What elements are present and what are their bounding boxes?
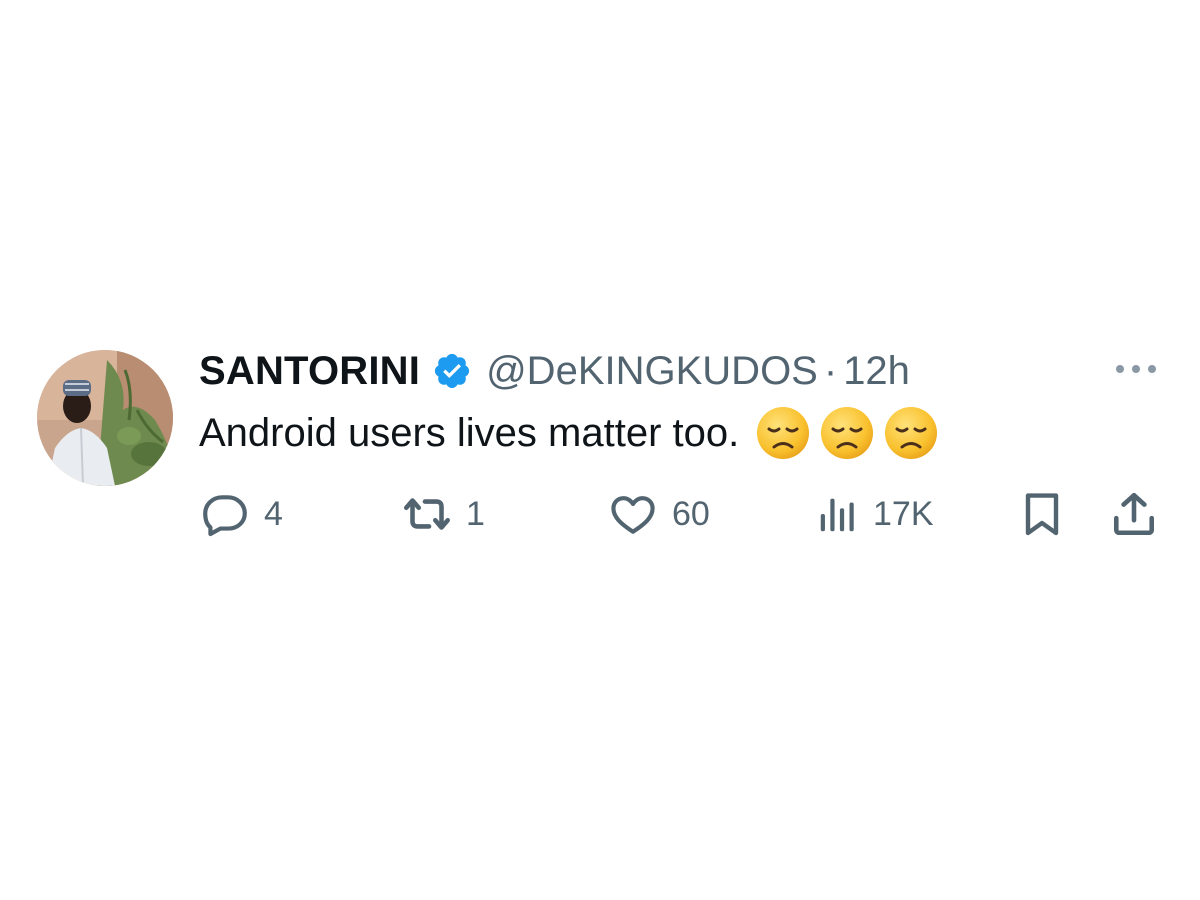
repost-button[interactable]: 1 xyxy=(398,486,485,542)
reply-count: 4 xyxy=(264,494,283,533)
avatar-photo xyxy=(37,350,173,486)
reply-bubble-icon xyxy=(200,489,250,539)
tweet-text-content: Android users lives matter too. xyxy=(199,410,740,455)
action-bar: 4 1 60 17K xyxy=(0,486,1200,542)
views-count: 17K xyxy=(873,494,934,533)
display-name[interactable]: SANTORINI xyxy=(199,349,420,394)
tweet-card[interactable]: SANTORINI @DeKINGKUDOS · 12h Android use… xyxy=(0,0,1200,900)
share-button[interactable] xyxy=(1108,486,1160,542)
share-upload-icon xyxy=(1108,489,1160,539)
repost-count: 1 xyxy=(466,494,485,533)
disappointed-face-emoji xyxy=(819,405,875,461)
more-dots-icon[interactable] xyxy=(1110,354,1162,384)
tweet-text: Android users lives matter too. xyxy=(199,402,939,464)
bookmark-icon xyxy=(1018,489,1066,539)
bookmark-button[interactable] xyxy=(1018,486,1066,542)
heart-icon xyxy=(608,489,658,539)
disappointed-face-emoji xyxy=(755,405,811,461)
tweet-header: SANTORINI @DeKINGKUDOS · 12h xyxy=(199,344,910,398)
views-button[interactable]: 17K xyxy=(815,486,934,542)
timestamp[interactable]: 12h xyxy=(843,349,910,394)
reply-button[interactable]: 4 xyxy=(200,486,283,542)
disappointed-face-emoji xyxy=(883,405,939,461)
avatar[interactable] xyxy=(37,350,173,486)
like-count: 60 xyxy=(672,494,710,533)
emoji-group xyxy=(755,405,939,461)
verified-badge-icon[interactable] xyxy=(432,351,472,391)
views-bars-icon xyxy=(815,489,861,539)
like-button[interactable]: 60 xyxy=(608,486,710,542)
user-handle[interactable]: @DeKINGKUDOS xyxy=(486,349,818,394)
repost-arrows-icon xyxy=(398,489,456,539)
separator-dot: · xyxy=(823,348,838,393)
